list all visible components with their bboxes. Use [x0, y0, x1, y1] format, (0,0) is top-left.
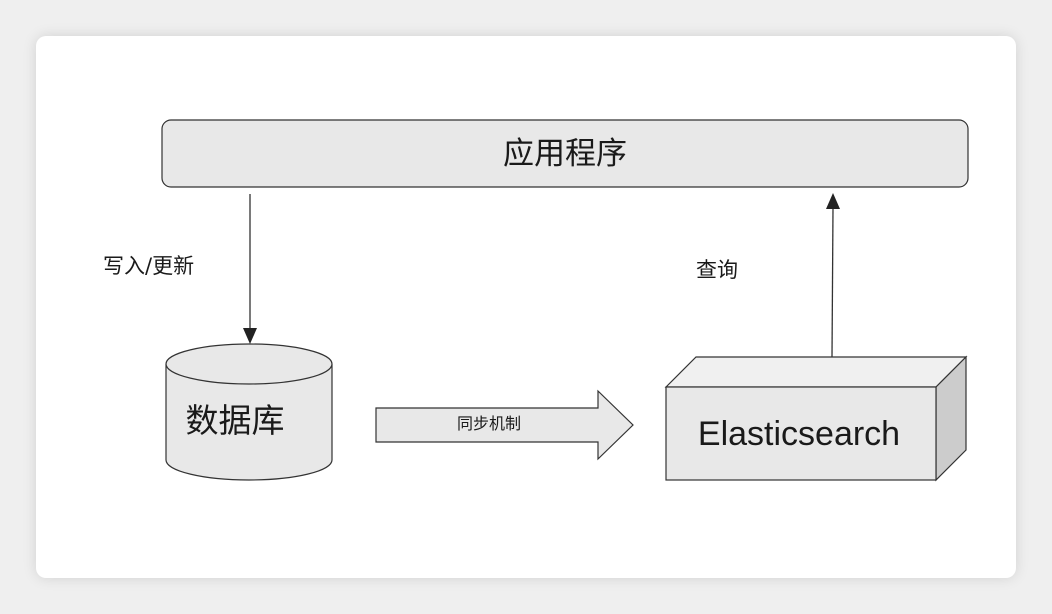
- database-node: 数据库: [165, 343, 333, 481]
- database-label: 数据库: [186, 401, 285, 440]
- elasticsearch-label: Elasticsearch: [698, 415, 900, 453]
- elasticsearch-top-face: [664, 356, 968, 388]
- write-arrow-head: [243, 328, 257, 344]
- sync-arrow: 同步机制: [375, 389, 634, 461]
- write-update-label: 写入/更新: [103, 254, 194, 278]
- elasticsearch-node: Elasticsearch: [664, 355, 968, 482]
- database-top: [165, 343, 333, 385]
- application-node: 应用程序: [161, 119, 969, 188]
- query-label: 查询: [696, 258, 738, 282]
- query-arrow-head: [826, 193, 840, 209]
- architecture-diagram: 应用程序 写入/更新 数据库 同步机制 Elasticsearch 查询: [103, 119, 969, 482]
- query-arrow-line: [831, 207, 834, 358]
- write-arrow: [243, 194, 257, 344]
- query-arrow: [826, 193, 840, 358]
- application-label: 应用程序: [503, 136, 627, 172]
- sync-mechanism-label: 同步机制: [457, 414, 521, 433]
